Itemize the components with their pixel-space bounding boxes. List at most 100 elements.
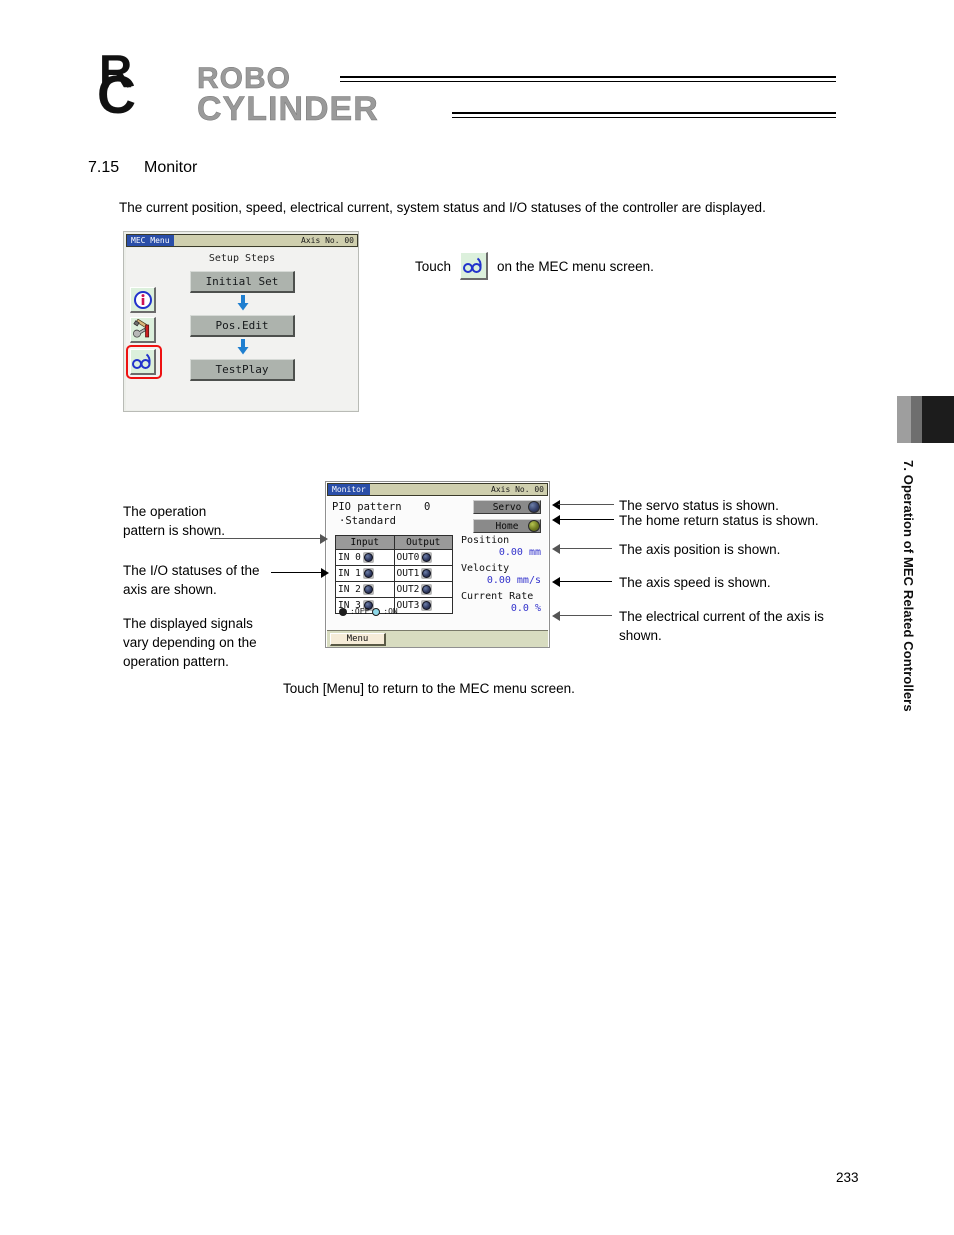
section-intro-text: The current position, speed, electrical …: [119, 200, 766, 215]
side-tab-band-mid: [911, 396, 922, 443]
side-tab-band-light: [897, 396, 911, 443]
touch-instruction-suffix: on the MEC menu screen.: [497, 258, 654, 274]
leader-line-servo-status: [558, 504, 614, 505]
robo-cylinder-logo: R C ROBO CYLINDER: [97, 48, 442, 129]
header-rule-top-thin: [340, 81, 836, 82]
callout-operation-pattern: The operation pattern is shown.: [123, 502, 303, 540]
touch-instruction-prefix: Touch: [415, 258, 452, 274]
io-header-output: Output: [393, 535, 453, 550]
bottom-note: Touch [Menu] to return to the MEC menu s…: [283, 681, 575, 696]
monitor-screenshot: Monitor Axis No. 00 PIO pattern 0 ·Stand…: [325, 481, 550, 648]
tools-icon-glyph: [133, 319, 150, 338]
monitor-title-label: Monitor: [328, 484, 370, 495]
leader-line-axis-speed: [558, 581, 612, 582]
io-label-out2: OUT2: [396, 584, 420, 595]
logo-letter-c: C: [97, 65, 136, 125]
callout-axis-current-line2: shown.: [619, 628, 662, 643]
section-heading: 7.15 Monitor: [88, 159, 197, 177]
monitor-titlebar: Monitor Axis No. 00: [327, 483, 548, 496]
touch-instruction: Touch on the MEC menu screen.: [415, 252, 654, 280]
glasses-icon-glyph: [132, 353, 151, 369]
io-label-in2: IN 2: [338, 584, 361, 595]
callout-displayed-signals-line3: operation pattern.: [123, 654, 229, 669]
monitor-axis-label: Axis No. 00: [491, 485, 544, 494]
velocity-value: 0.00 mm/s: [486, 575, 541, 586]
current-rate-readout: Current Rate 0.0 %: [461, 591, 541, 614]
io-label-in1: IN 1: [338, 568, 361, 579]
initial-set-button[interactable]: Initial Set: [190, 271, 295, 293]
callout-operation-pattern-line1: The operation: [123, 504, 207, 519]
section-title: Monitor: [144, 159, 198, 176]
io-cell-input-2: IN 2: [335, 581, 395, 598]
mec-axis-label: Axis No. 00: [301, 236, 354, 245]
callout-io-statuses-line2: axis are shown.: [123, 582, 217, 597]
monitor-screen-body: PIO pattern 0 ·Standard Servo Home Input…: [327, 497, 548, 630]
io-header-input: Input: [335, 535, 395, 550]
page-number: 233: [836, 1170, 859, 1185]
io-led-out3: [421, 600, 433, 611]
io-label-in0: IN 0: [338, 552, 361, 563]
glasses-icon-glyph-inline: [463, 257, 482, 273]
header-rule-top-thick: [340, 76, 836, 78]
io-cell-output-3: OUT3: [393, 597, 453, 614]
callout-io-statuses: The I/O statuses of the axis are shown.: [123, 561, 323, 599]
io-cell-input-1: IN 1: [335, 565, 395, 582]
io-led-out1: [421, 568, 433, 579]
side-tab-marker: [897, 396, 954, 443]
io-legend: :OFF :ON: [339, 607, 398, 616]
pos-edit-button[interactable]: Pos.Edit: [190, 315, 295, 337]
callout-axis-current: The electrical current of the axis is sh…: [619, 607, 869, 645]
position-readout: Position 0.00 mm: [461, 535, 541, 558]
callout-axis-position: The axis position is shown.: [619, 542, 781, 557]
info-icon[interactable]: [130, 287, 156, 313]
leader-line-operation-pattern: [210, 538, 322, 539]
current-rate-label: Current Rate: [461, 591, 534, 602]
io-led-in0: [362, 552, 374, 563]
callout-displayed-signals-line2: vary depending on the: [123, 635, 257, 650]
monitor-footer: Menu: [327, 630, 548, 647]
page-header: R C ROBO CYLINDER: [0, 0, 954, 150]
leader-arrow-axis-current: [552, 611, 560, 621]
position-value: 0.00 mm: [498, 547, 541, 558]
io-cell-output-1: OUT1: [393, 565, 453, 582]
mec-screen-body: Setup Steps Initial Set Pos.Edit TestPla…: [126, 248, 358, 410]
io-cell-output-2: OUT2: [393, 581, 453, 598]
logo-word-cylinder: CYLINDER: [197, 90, 379, 129]
callout-displayed-signals: The displayed signals vary depending on …: [123, 614, 323, 671]
mec-menu-screenshot: MEC Menu Axis No. 00 Setup Steps Initial…: [123, 231, 359, 412]
tools-icon[interactable]: [130, 317, 156, 343]
table-row: IN 1 OUT1: [335, 565, 453, 582]
side-tab-band-dark: [922, 396, 954, 443]
test-play-button[interactable]: TestPlay: [190, 359, 295, 381]
io-cell-input-0: IN 0: [335, 549, 395, 566]
setup-steps-label: Setup Steps: [208, 253, 276, 264]
pio-pattern-label: PIO pattern: [332, 501, 402, 513]
velocity-label: Velocity: [461, 563, 510, 574]
header-rule-bottom-thin: [452, 117, 836, 118]
io-table-header-row: Input Output: [335, 535, 453, 550]
current-rate-value: 0.0 %: [510, 603, 541, 614]
leader-arrow-operation-pattern: [320, 534, 328, 544]
legend-on-label: :ON: [383, 607, 398, 616]
pio-pattern-value: 0: [424, 501, 431, 513]
table-row: IN 0 OUT0: [335, 549, 453, 566]
callout-displayed-signals-line1: The displayed signals: [123, 616, 253, 631]
callout-axis-current-line1: The electrical current of the axis is: [619, 609, 824, 624]
leader-arrow-servo-status: [552, 500, 560, 510]
legend-off-dot-icon: [339, 607, 347, 616]
leader-line-io-statuses: [271, 572, 323, 573]
menu-button[interactable]: Menu: [330, 633, 386, 646]
monitor-glasses-icon[interactable]: [130, 349, 156, 375]
mec-title-label: MEC Menu: [127, 235, 174, 246]
step-down-arrow-icon-2: [237, 339, 249, 355]
legend-off-label: :OFF: [350, 607, 370, 616]
leader-line-home-status: [558, 519, 614, 520]
leader-arrow-axis-position: [552, 544, 560, 554]
io-led-out0: [421, 552, 433, 563]
rc-monogram: R C: [97, 48, 192, 126]
io-led-out2: [421, 584, 433, 595]
io-label-out0: OUT0: [396, 552, 420, 563]
leader-arrow-io-statuses: [321, 568, 329, 578]
servo-status-led: [528, 501, 540, 513]
step-down-arrow-icon: [237, 295, 249, 311]
